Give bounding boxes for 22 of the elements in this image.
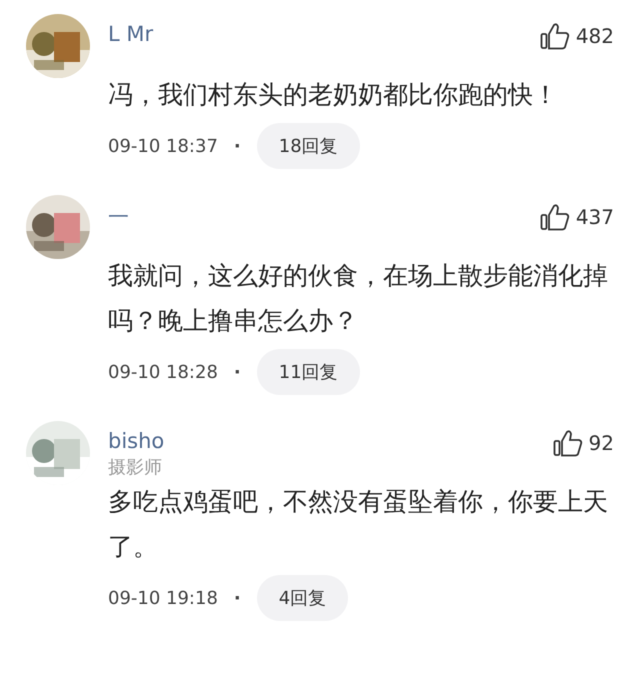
comment-text: 多吃点鸡蛋吧，不然没有蛋坠着你，你要上天了。 [108, 486, 609, 563]
thumbs-up-icon[interactable] [540, 203, 570, 231]
user-title: 摄影师 [108, 456, 163, 479]
username[interactable]: bisho [108, 429, 164, 453]
comment-time: 09-10 19:18 [108, 588, 218, 608]
separator-dot: · [234, 588, 241, 608]
like-count: 482 [576, 24, 614, 48]
like-count: 437 [576, 205, 614, 229]
comment-time: 09-10 18:28 [108, 362, 218, 382]
comment-text: 冯，我们村东头的老奶奶都比你跑的快！ [108, 79, 559, 111]
replies-button[interactable]: 11回复 [256, 349, 360, 395]
separator-dot: · [234, 136, 241, 156]
comment-text: 我就问，这么好的伙食，在场上散步能消化掉吗？晚上撸串怎么办？ [108, 260, 609, 337]
comment-time: 09-10 18:37 [108, 136, 218, 156]
like-count: 92 [588, 431, 614, 455]
thumbs-up-icon[interactable] [552, 429, 583, 457]
username[interactable]: 一 [108, 203, 129, 231]
replies-button[interactable]: 4回复 [256, 575, 348, 621]
separator-dot: · [234, 362, 241, 382]
thumbs-up-icon[interactable] [540, 22, 570, 50]
replies-button[interactable]: 18回复 [256, 123, 360, 169]
username[interactable]: L Mr [108, 22, 154, 46]
